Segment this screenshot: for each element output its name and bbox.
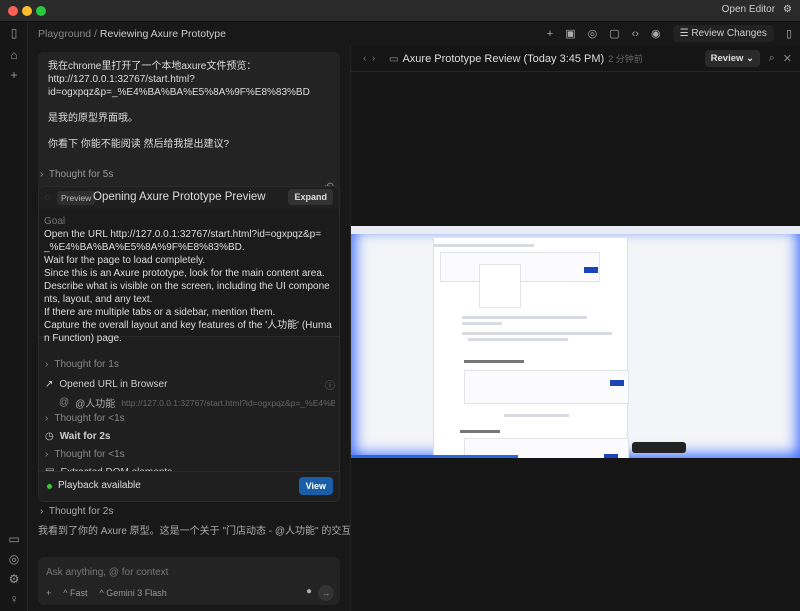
close-icon[interactable]: ✕: [783, 52, 792, 65]
input-placeholder[interactable]: Ask anything, @ for context: [46, 567, 168, 578]
axure-page: [433, 238, 686, 458]
status-dot: [47, 484, 52, 489]
model-selector[interactable]: ^ Gemini 3 Flash: [100, 588, 167, 598]
folder-icon[interactable]: ▣: [565, 27, 575, 40]
step-label: Thought for <1s: [54, 413, 125, 424]
view-button[interactable]: View: [298, 477, 333, 495]
breadcrumb-current: Reviewing Axure Prototype: [99, 28, 226, 40]
microphone-icon[interactable]: ●: [306, 586, 312, 597]
shield-icon: ◌: [45, 192, 51, 202]
search-icon[interactable]: ⌕: [769, 52, 775, 65]
plus-icon[interactable]: +: [547, 28, 553, 40]
browser-screenshot: [351, 226, 800, 458]
open-editor-button[interactable]: Open Editor: [722, 4, 775, 15]
playback-progress[interactable]: [351, 455, 518, 458]
step-thought[interactable]: › Thought for 1s: [45, 359, 119, 370]
eye-icon[interactable]: ◉: [651, 27, 661, 40]
plus-icon[interactable]: +: [7, 68, 21, 82]
time-ago: 2 分钟前: [608, 54, 643, 64]
left-rail: ▯ ⌂ + ▭ ◎ ⚙ ♀: [0, 22, 28, 611]
chat-input[interactable]: Ask anything, @ for context + ^ Fast ^ G…: [38, 557, 340, 605]
review-changes-label: Review Changes: [691, 28, 767, 39]
inbox-icon[interactable]: ⌂: [7, 48, 21, 62]
chrome-icon[interactable]: ◎: [588, 27, 598, 40]
user-message-text: 我在chrome里打开了一个本地axure文件预览： http://127.0.…: [48, 61, 310, 150]
title-bar: Open Editor ⚙: [0, 0, 800, 22]
url-tag: @人功能: [75, 399, 116, 410]
playback-label: Playback available: [58, 480, 141, 491]
preview-panel: ‹ › ▭ Axure Prototype Review (Today 3:45 …: [350, 46, 800, 611]
review-dropdown[interactable]: Review ⌄: [704, 50, 760, 67]
review-label: Review: [710, 53, 744, 64]
thought-label: Thought for 5s: [48, 169, 114, 180]
code-icon[interactable]: ‹›: [632, 28, 639, 40]
send-button[interactable]: →: [318, 585, 334, 601]
review-changes-button[interactable]: ☰ Review Changes: [672, 25, 774, 42]
assistant-reply: 我看到了你的 Axure 原型。这是一个关于 "门店动态 - @人功能" 的交互…: [38, 526, 362, 537]
step-opened-url[interactable]: ↗ Opened URL in Browser ⓘ: [45, 377, 335, 392]
step-label: Wait for 2s: [59, 431, 111, 442]
lightbulb-icon[interactable]: ♀: [7, 592, 21, 606]
sidebar-toggle-icon[interactable]: ▯: [7, 26, 21, 40]
gear-icon[interactable]: ⚙: [783, 4, 792, 15]
chat-panel: 我在chrome里打开了一个本地axure文件预览： http://127.0.…: [28, 46, 361, 611]
goal-text: Open the URL http://127.0.0.1:32767/star…: [44, 229, 332, 344]
book-icon[interactable]: ▭: [7, 532, 21, 546]
terminal-icon[interactable]: ▢: [609, 27, 619, 40]
timer-icon: ◷: [45, 431, 54, 442]
step-thought[interactable]: › Thought for <1s: [45, 449, 125, 460]
chrome-icon[interactable]: ◎: [7, 552, 21, 566]
step-label: Thought for <1s: [54, 449, 125, 460]
nav-arrows[interactable]: ‹ ›: [363, 53, 375, 64]
preview-title: Axure Prototype Review (Today 3:45 PM): [402, 53, 605, 65]
maximize-window-button[interactable]: [36, 6, 46, 16]
preview-badge: Preview: [57, 191, 96, 205]
info-icon[interactable]: ⓘ: [325, 377, 335, 392]
opening-url-toast: [632, 442, 686, 453]
mode-selector[interactable]: ^ Fast: [63, 588, 87, 598]
thought-label: Thought for 2s: [48, 506, 114, 517]
recording-title: ▭ Axure Prototype Review (Today 3:45 PM) 2…: [389, 52, 643, 65]
panel-toggle-icon[interactable]: ▯: [786, 27, 792, 40]
video-icon: ▭: [389, 54, 399, 65]
thought-toggle[interactable]: › Thought for 2s: [40, 506, 113, 517]
expand-button[interactable]: Expand: [288, 189, 333, 205]
step-url-row[interactable]: @ @人功能 http://127.0.0.1:32767/start.html?…: [59, 395, 335, 410]
step-wait[interactable]: ◷ Wait for 2s: [45, 431, 110, 442]
goal-section: Goal Open the URL http://127.0.0.1:32767…: [39, 209, 339, 344]
add-context-button[interactable]: +: [46, 588, 51, 598]
model-label: Gemini 3 Flash: [106, 588, 167, 598]
header: Playground / Reviewing Axure Prototype +…: [28, 22, 800, 46]
minimize-window-button[interactable]: [22, 6, 32, 16]
axure-toolbar: [351, 226, 800, 234]
step-label: Opened URL in Browser: [59, 379, 168, 390]
step-label: Thought for 1s: [54, 359, 119, 370]
task-card: ◌ Preview Opening Axure Prototype Previe…: [38, 186, 340, 502]
playback-bar: Playback available View: [39, 471, 339, 501]
task-title: Opening Axure Prototype Preview: [93, 191, 266, 203]
settings-icon[interactable]: ⚙: [7, 572, 21, 586]
mode-label: Fast: [70, 588, 88, 598]
close-window-button[interactable]: [8, 6, 18, 16]
step-thought[interactable]: › Thought for <1s: [45, 413, 125, 424]
goal-label: Goal: [44, 216, 66, 227]
thought-toggle[interactable]: › Thought for 5s: [40, 169, 113, 180]
breadcrumb-root[interactable]: Playground: [38, 28, 91, 40]
breadcrumb: Playground / Reviewing Axure Prototype: [38, 28, 226, 40]
breadcrumb-separator: /: [94, 28, 97, 40]
url-text[interactable]: http://127.0.0.1:32767/start.html?id=ogx…: [121, 398, 335, 408]
